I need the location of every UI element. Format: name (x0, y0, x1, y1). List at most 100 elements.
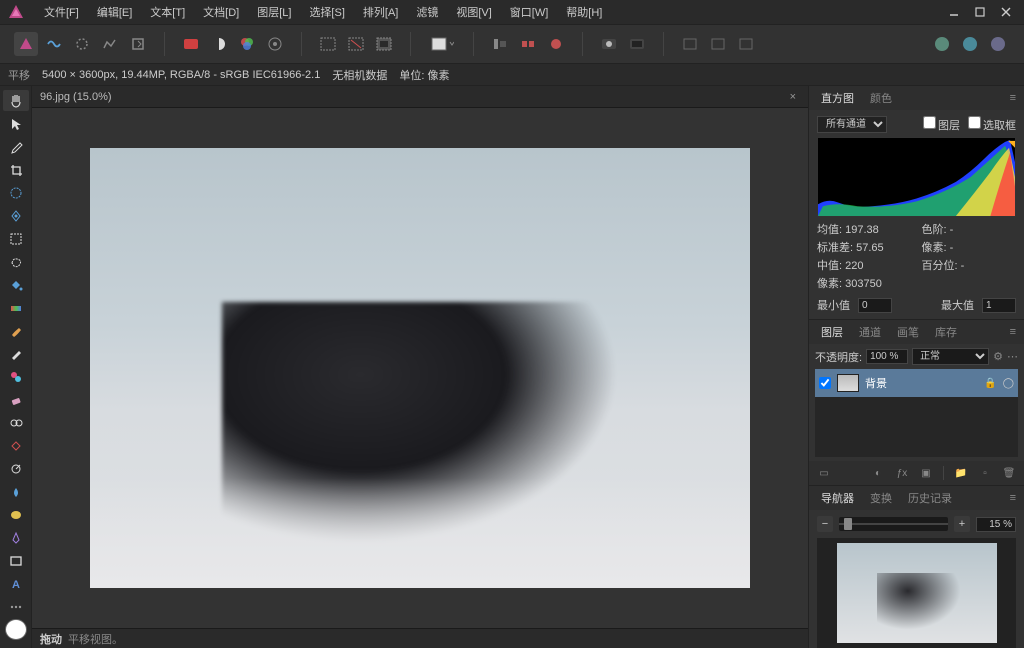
tool-pen[interactable] (3, 527, 29, 548)
window-minimize[interactable] (942, 2, 966, 22)
histogram-channel-select[interactable]: 所有通道 (817, 116, 887, 133)
tool-marquee[interactable] (3, 228, 29, 249)
layer-mask-icon[interactable]: ▭ (815, 464, 833, 482)
navigator-menu-icon[interactable]: ≡ (1010, 492, 1016, 504)
window-close[interactable] (994, 2, 1018, 22)
layer-visibility-checkbox[interactable] (819, 377, 831, 389)
tool-crop[interactable] (3, 159, 29, 180)
tab-layers[interactable]: 图层 (817, 322, 847, 342)
layer-settings-icon[interactable]: ⚙ (993, 350, 1003, 363)
btn-account-3[interactable] (986, 32, 1010, 56)
tool-blur[interactable] (3, 481, 29, 502)
menu-arrange[interactable]: 排列[A] (355, 1, 406, 23)
histogram-menu-icon[interactable]: ≡ (1010, 92, 1016, 104)
persona-photo[interactable] (14, 32, 38, 56)
document-tab-close[interactable]: × (786, 91, 800, 103)
btn-auto-levels[interactable] (179, 32, 203, 56)
layer-mask2-icon[interactable]: ▣ (917, 464, 935, 482)
menu-select[interactable]: 选择[S] (301, 1, 352, 23)
menu-help[interactable]: 帮助[H] (558, 1, 610, 23)
tool-more[interactable] (3, 596, 29, 617)
tool-text[interactable]: A (3, 573, 29, 594)
layers-menu-icon[interactable]: ≡ (1010, 326, 1016, 338)
layer-group-icon[interactable]: 📁 (952, 464, 970, 482)
tool-color-picker[interactable] (3, 136, 29, 157)
btn-account-2[interactable] (958, 32, 982, 56)
btn-invert-selection[interactable] (372, 32, 396, 56)
tool-selection-brush[interactable] (3, 182, 29, 203)
tool-erase[interactable] (3, 389, 29, 410)
zoom-input[interactable] (976, 517, 1016, 532)
tab-color[interactable]: 颜色 (866, 88, 896, 108)
tool-pixel[interactable] (3, 343, 29, 364)
tool-paint-mixer[interactable] (3, 366, 29, 387)
persona-tone-mapping[interactable] (98, 32, 122, 56)
document-tab-title[interactable]: 96.jpg (15.0%) (40, 91, 786, 103)
tool-inpainting[interactable] (3, 435, 29, 456)
tool-freehand-selection[interactable] (3, 251, 29, 272)
tool-view-hand[interactable] (3, 90, 29, 111)
max-input[interactable] (982, 298, 1016, 313)
blend-mode-select[interactable]: 正常 (912, 348, 989, 365)
tool-flood-select[interactable] (3, 205, 29, 226)
menu-filter[interactable]: 滤镜 (408, 1, 446, 23)
layer-add-icon[interactable]: ▫ (976, 464, 994, 482)
navigator-preview[interactable] (817, 538, 1016, 648)
btn-assistant-3[interactable] (734, 32, 758, 56)
layer-adjustment-icon[interactable]: ◐ (869, 464, 887, 482)
layer-fx-icon[interactable]: ƒx (893, 464, 911, 482)
tab-brushes[interactable]: 画笔 (893, 322, 923, 342)
btn-select-all[interactable] (316, 32, 340, 56)
zoom-out-button[interactable]: − (817, 516, 833, 532)
persona-export[interactable] (126, 32, 150, 56)
menu-file[interactable]: 文件[F] (36, 1, 87, 23)
tab-channels[interactable]: 通道 (855, 322, 885, 342)
check-layer[interactable]: 图层 (923, 116, 960, 133)
btn-assistant-2[interactable] (706, 32, 730, 56)
layer-link-icon[interactable]: ◯ (1003, 378, 1014, 389)
btn-arrange-right[interactable] (544, 32, 568, 56)
btn-arrange-left[interactable] (488, 32, 512, 56)
check-selection[interactable]: 选取框 (968, 116, 1016, 133)
persona-liquify[interactable] (42, 32, 66, 56)
btn-deselect[interactable] (344, 32, 368, 56)
btn-auto-white-balance[interactable] (263, 32, 287, 56)
window-maximize[interactable] (968, 2, 992, 22)
tool-rectangle[interactable] (3, 550, 29, 571)
tab-stock[interactable]: 库存 (931, 322, 961, 342)
opacity-input[interactable] (866, 349, 908, 364)
layer-lock-icon[interactable]: 🔒 (984, 378, 996, 389)
btn-assistant-1[interactable] (678, 32, 702, 56)
menu-edit[interactable]: 编辑[E] (89, 1, 140, 23)
persona-develop[interactable] (70, 32, 94, 56)
btn-account-1[interactable] (930, 32, 954, 56)
btn-arrange-center[interactable] (516, 32, 540, 56)
zoom-in-button[interactable]: + (954, 516, 970, 532)
tool-clone[interactable] (3, 412, 29, 433)
tool-flood-fill[interactable] (3, 274, 29, 295)
foreground-color-swatch[interactable] (5, 619, 27, 640)
tab-history[interactable]: 历史记录 (904, 488, 956, 508)
layer-delete-icon[interactable]: 🗑 (1000, 464, 1018, 482)
tool-gradient[interactable] (3, 297, 29, 318)
btn-auto-colors[interactable] (235, 32, 259, 56)
btn-quick-mask[interactable] (597, 32, 621, 56)
tool-sponge[interactable] (3, 504, 29, 525)
unit-value[interactable]: 像素 (427, 70, 449, 82)
tab-histogram[interactable]: 直方图 (817, 88, 858, 108)
canvas-viewport[interactable] (32, 108, 808, 628)
btn-toggle-ui[interactable] (625, 32, 649, 56)
dropdown-crop-ratio[interactable] (425, 32, 459, 56)
menu-text[interactable]: 文本[T] (142, 1, 193, 23)
tab-navigator[interactable]: 导航器 (817, 488, 858, 508)
layer-name[interactable]: 背景 (865, 375, 978, 391)
menu-document[interactable]: 文档[D] (195, 1, 247, 23)
tab-transform[interactable]: 变换 (866, 488, 896, 508)
btn-auto-contrast[interactable] (207, 32, 231, 56)
menu-view[interactable]: 视图[V] (448, 1, 499, 23)
tool-paint-brush[interactable] (3, 320, 29, 341)
menu-window[interactable]: 窗口[W] (502, 1, 557, 23)
tool-move[interactable] (3, 113, 29, 134)
min-input[interactable] (858, 298, 892, 313)
layer-more-icon[interactable]: ⋯ (1007, 350, 1018, 363)
